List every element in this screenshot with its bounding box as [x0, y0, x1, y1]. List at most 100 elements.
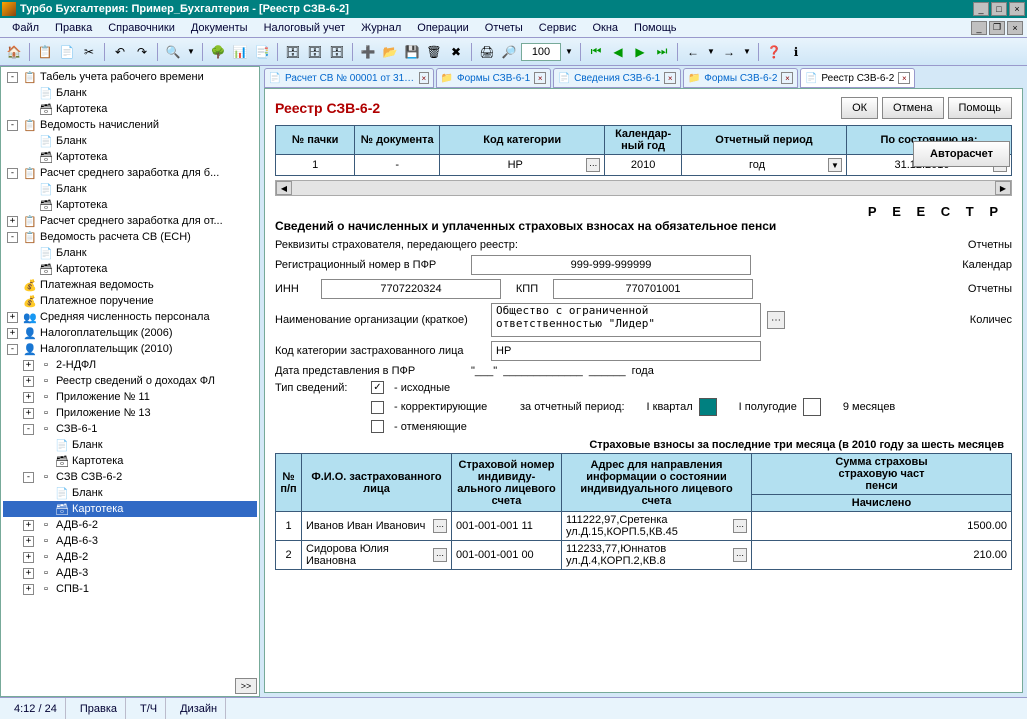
- tree-node[interactable]: -▫СЗВ СЗВ-6-2: [3, 469, 257, 485]
- tree-toggle-icon[interactable]: +: [23, 552, 34, 563]
- tree-node[interactable]: 🗃Картотека: [3, 197, 257, 213]
- tree-toggle-icon[interactable]: -: [7, 168, 18, 179]
- tree-node[interactable]: 🗃Картотека: [3, 261, 257, 277]
- help-icon[interactable]: ❓: [764, 42, 784, 62]
- org-name-field[interactable]: [491, 303, 761, 337]
- print-icon[interactable]: 🖨: [477, 42, 497, 62]
- tree-toggle-icon[interactable]: -: [7, 120, 18, 131]
- tree-icon[interactable]: 🌳: [208, 42, 228, 62]
- forward-dd-icon[interactable]: ▼: [741, 44, 753, 60]
- tree-node[interactable]: -📋Ведомость расчета СВ (ЕСН): [3, 229, 257, 245]
- cancel-button[interactable]: Отмена: [882, 97, 943, 119]
- tab-close-icon[interactable]: ×: [534, 72, 546, 84]
- mdi-restore-button[interactable]: ❐: [989, 21, 1005, 35]
- mdi-minimize-button[interactable]: _: [971, 21, 987, 35]
- menu-file[interactable]: Файл: [4, 20, 47, 36]
- chart-icon[interactable]: 📊: [230, 42, 250, 62]
- table-row[interactable]: 1Иванов Иван Иванович⋯001-001-001 111112…: [276, 512, 1012, 541]
- tree-toggle-icon[interactable]: +: [23, 360, 34, 371]
- pv-period[interactable]: [686, 157, 828, 173]
- tab-close-icon[interactable]: ×: [419, 72, 429, 84]
- tree-node[interactable]: +▫АДВ-2: [3, 549, 257, 565]
- minimize-button[interactable]: _: [973, 2, 989, 16]
- pfr-number-field[interactable]: [471, 255, 751, 275]
- tree-node[interactable]: 📄Бланк: [3, 85, 257, 101]
- tree-node[interactable]: -👤Налогоплательщик (2010): [3, 341, 257, 357]
- tree-node[interactable]: -📋Ведомость начислений: [3, 117, 257, 133]
- cat-code-field[interactable]: [491, 341, 761, 361]
- cell-amt[interactable]: 210.00: [752, 541, 1012, 570]
- forward-icon[interactable]: →: [719, 42, 739, 62]
- pv-pack[interactable]: 1: [276, 155, 355, 176]
- tree-node[interactable]: +▫2-НДФЛ: [3, 357, 257, 373]
- type-canceling-checkbox[interactable]: [371, 420, 384, 433]
- kpp-field[interactable]: [553, 279, 753, 299]
- tree-toggle-icon[interactable]: +: [23, 376, 34, 387]
- tree-node[interactable]: 🗃Картотека: [3, 101, 257, 117]
- tree-node[interactable]: -📋Расчет среднего заработка для б...: [3, 165, 257, 181]
- doc-tab[interactable]: 📄Реестр СЗВ-6-2×: [800, 68, 915, 88]
- save-icon[interactable]: 💾: [402, 42, 422, 62]
- cell-fio[interactable]: Сидорова Юлия Ивановна⋯: [302, 541, 452, 570]
- tree-node[interactable]: +▫СПВ-1: [3, 581, 257, 597]
- nav-first-icon[interactable]: ⏮: [586, 42, 606, 62]
- doc-tab[interactable]: 📁Формы СЗВ-6-1×: [436, 68, 551, 88]
- inn-field[interactable]: [321, 279, 501, 299]
- home-icon[interactable]: 🏠: [4, 42, 24, 62]
- status-edit[interactable]: Правка: [72, 698, 126, 719]
- autocalc-button[interactable]: Авторасчет: [913, 141, 1010, 167]
- tab-close-icon[interactable]: ×: [898, 72, 910, 84]
- tree-panel[interactable]: -📋Табель учета рабочего времени📄Бланк🗃Ка…: [0, 66, 260, 697]
- pv-year[interactable]: 2010: [605, 155, 682, 176]
- back-icon[interactable]: ←: [683, 42, 703, 62]
- menu-windows[interactable]: Окна: [584, 20, 626, 36]
- search-dropdown-icon[interactable]: ▼: [185, 44, 197, 60]
- maximize-button[interactable]: □: [991, 2, 1007, 16]
- tree-node[interactable]: +▫Приложение № 11: [3, 389, 257, 405]
- copy-icon[interactable]: 📋: [35, 42, 55, 62]
- list-icon[interactable]: 📑: [252, 42, 272, 62]
- add-icon[interactable]: ➕: [358, 42, 378, 62]
- preview-icon[interactable]: 🔎: [499, 42, 519, 62]
- back-dd-icon[interactable]: ▼: [705, 44, 717, 60]
- tree-node[interactable]: +▫Приложение № 13: [3, 405, 257, 421]
- help-button[interactable]: Помощь: [948, 97, 1013, 119]
- undo-icon[interactable]: ↶: [110, 42, 130, 62]
- nav-next-icon[interactable]: ▶: [630, 42, 650, 62]
- cut-icon[interactable]: ✂: [79, 42, 99, 62]
- tree-toggle-icon[interactable]: -: [7, 232, 18, 243]
- params-scrollbar[interactable]: ◀ ▶: [275, 180, 1012, 196]
- scroll-right-icon[interactable]: ▶: [995, 181, 1011, 195]
- tree-node[interactable]: +▫АДВ-6-3: [3, 533, 257, 549]
- tree-toggle-icon[interactable]: -: [23, 424, 34, 435]
- cancel-icon[interactable]: ✖: [446, 42, 466, 62]
- tree-node[interactable]: 🗃Картотека: [3, 149, 257, 165]
- db3-icon[interactable]: 🗄: [327, 42, 347, 62]
- tree-node[interactable]: 💰Платежная ведомость: [3, 277, 257, 293]
- addr-ellipsis-icon[interactable]: ⋯: [733, 519, 747, 533]
- tree-node[interactable]: 💰Платежное поручение: [3, 293, 257, 309]
- table-row[interactable]: 2Сидорова Юлия Ивановна⋯001-001-001 0011…: [276, 541, 1012, 570]
- status-design[interactable]: Дизайн: [172, 698, 226, 719]
- db1-icon[interactable]: 🗄: [283, 42, 303, 62]
- search-icon[interactable]: 🔍: [163, 42, 183, 62]
- fio-ellipsis-icon[interactable]: ⋯: [433, 519, 447, 533]
- type-correcting-checkbox[interactable]: [371, 401, 384, 414]
- tree-node[interactable]: +📋Расчет среднего заработка для от...: [3, 213, 257, 229]
- q1-checkbox[interactable]: [699, 398, 717, 416]
- tree-node[interactable]: +▫АДВ-6-2: [3, 517, 257, 533]
- tree-toggle-icon[interactable]: +: [23, 392, 34, 403]
- status-tch[interactable]: Т/Ч: [132, 698, 166, 719]
- tree-toggle-icon[interactable]: +: [23, 520, 34, 531]
- tree-toggle-icon[interactable]: +: [23, 584, 34, 595]
- doc-tab[interactable]: 📁Формы СЗВ-6-2×: [683, 68, 798, 88]
- tree-node[interactable]: 📄Бланк: [3, 245, 257, 261]
- tree-toggle-icon[interactable]: -: [7, 72, 18, 83]
- addr-ellipsis-icon[interactable]: ⋯: [733, 548, 747, 562]
- tree-node[interactable]: 📄Бланк: [3, 181, 257, 197]
- menu-documents[interactable]: Документы: [183, 20, 256, 36]
- about-icon[interactable]: ℹ: [786, 42, 806, 62]
- tree-node[interactable]: 🗃Картотека: [3, 501, 257, 517]
- period-dropdown-icon[interactable]: ▼: [828, 158, 842, 172]
- zoom-dropdown-icon[interactable]: ▼: [563, 44, 575, 60]
